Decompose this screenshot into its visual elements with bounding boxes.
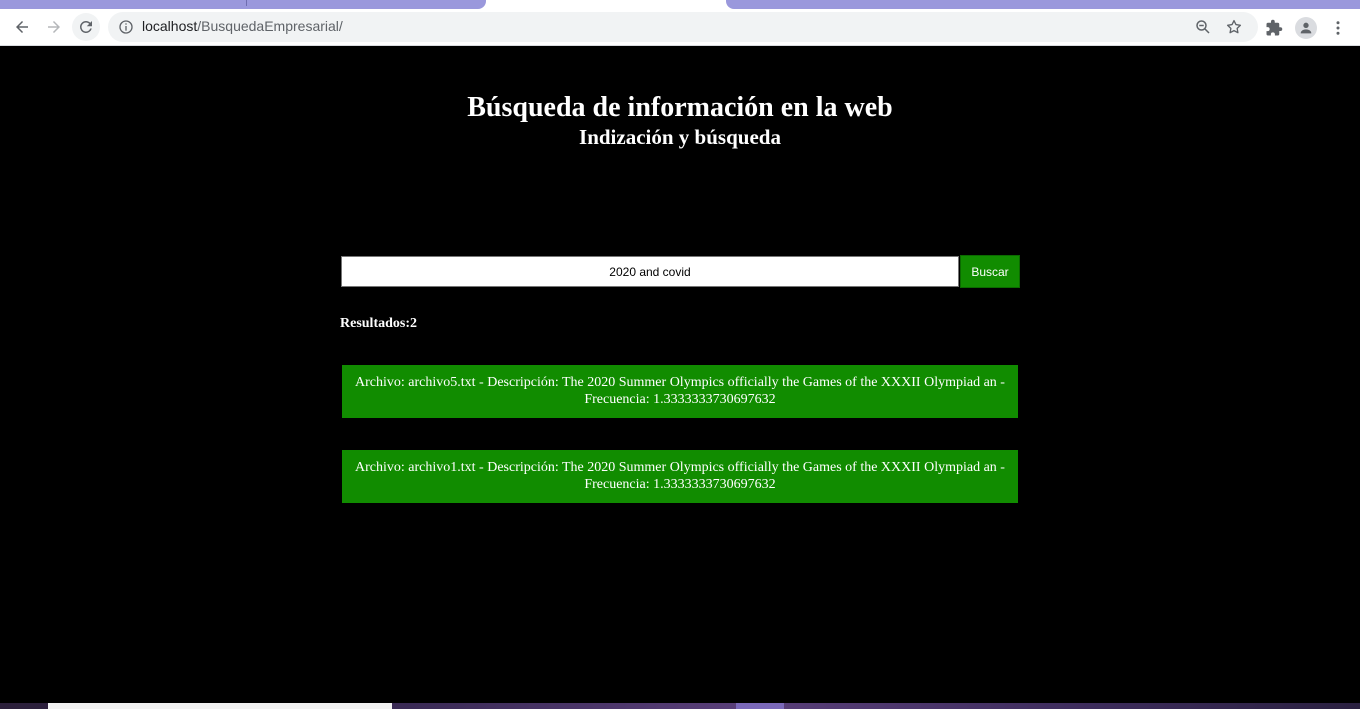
search-button[interactable]: Buscar xyxy=(960,255,1020,288)
menu-button[interactable] xyxy=(1328,18,1348,38)
result-item: Archivo: archivo5.txt - Descripción: The… xyxy=(342,365,1018,418)
back-button[interactable] xyxy=(8,13,36,41)
taskbar-search-box[interactable] xyxy=(48,703,392,709)
taskbar-active-app[interactable] xyxy=(736,703,784,709)
tab-separator xyxy=(246,0,247,6)
forward-button[interactable] xyxy=(40,13,68,41)
arrow-right-icon xyxy=(48,21,60,33)
profile-button[interactable] xyxy=(1295,17,1317,39)
info-icon[interactable] xyxy=(118,19,134,35)
search-input[interactable] xyxy=(341,256,959,287)
tab-strip xyxy=(0,0,1360,9)
kebab-menu-icon xyxy=(1336,21,1340,35)
reload-icon xyxy=(79,20,92,33)
url-text[interactable]: localhost/BusquedaEmpresarial/ xyxy=(142,18,343,34)
inactive-tab-left[interactable] xyxy=(0,0,486,9)
puzzle-icon xyxy=(1266,19,1283,36)
extensions-button[interactable] xyxy=(1264,18,1284,38)
url-host: localhost xyxy=(142,18,198,34)
star-icon[interactable] xyxy=(1225,18,1243,36)
browser-toolbar: localhost/BusquedaEmpresarial/ xyxy=(0,9,1360,46)
avatar-icon xyxy=(1300,22,1312,34)
page-title: Búsqueda de información en la web xyxy=(467,92,893,123)
url-path: /BusquedaEmpresarial/ xyxy=(197,18,343,34)
results-count: Resultados:2 xyxy=(340,316,418,331)
page-content: Búsqueda de información en la web Indiza… xyxy=(0,46,1360,703)
zoom-out-icon[interactable] xyxy=(1194,18,1212,36)
os-taskbar xyxy=(0,703,1360,709)
page-subtitle: Indización y búsqueda xyxy=(579,125,781,149)
inactive-tab-right[interactable] xyxy=(726,0,1360,9)
address-bar[interactable]: localhost/BusquedaEmpresarial/ xyxy=(108,12,1258,42)
reload-button[interactable] xyxy=(72,13,100,41)
result-item: Archivo: archivo1.txt - Descripción: The… xyxy=(342,450,1018,503)
arrow-left-icon xyxy=(16,21,28,33)
